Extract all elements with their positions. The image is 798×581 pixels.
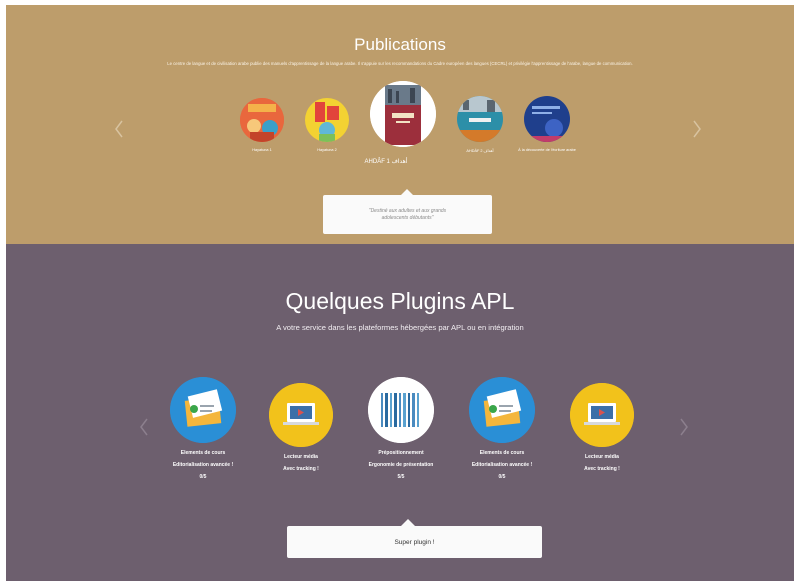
plugin-name: Elements de cours [479, 450, 525, 456]
plugins-subtitle: A votre service dans les plateformes héb… [276, 323, 524, 332]
plugin-name: Prépositionnement [378, 450, 424, 456]
plugin-quote-text: Super plugin ! [394, 538, 435, 546]
book-cover-ecriture-icon[interactable] [524, 96, 570, 142]
publication-quote-text: "Destiné aux adultes et aux grands adole… [368, 207, 447, 221]
plugin-rating: 5/5 [397, 474, 405, 480]
plugin-card[interactable]: Elements de cours Editorialisation avanc… [452, 377, 552, 483]
carousel-next-icon[interactable] [692, 120, 702, 138]
plugin-quote-box: Super plugin ! [287, 519, 542, 558]
page-frame: Publications Le centre de langue et de c… [6, 5, 794, 581]
publications-description: Le centre de langue et de civilisation a… [167, 61, 633, 66]
plugin-name: Lecteur média [585, 454, 619, 460]
book-cover-hayatuna-icon[interactable] [240, 98, 284, 142]
publication-quote-box: "Destiné aux adultes et aux grands adole… [323, 189, 492, 234]
plugins-section: Quelques Plugins APL A votre service dan… [6, 244, 794, 581]
book-cover-hayatuna-2-icon[interactable] [305, 98, 349, 142]
plugin-tagline: Editorialisation avancée ! [172, 462, 234, 468]
media-player-icon [570, 383, 634, 447]
plugin-card[interactable]: Lecteur média Avec tracking ! [552, 383, 652, 475]
plugin-tagline: Ergonomie de présentation [368, 462, 434, 468]
course-elements-icon [170, 377, 236, 443]
publications-title: Publications [354, 35, 446, 54]
carousel-prev-icon[interactable] [139, 418, 149, 436]
book-cover-ahdaf-2-icon[interactable] [457, 96, 503, 142]
plugin-tagline: Avec tracking ! [283, 466, 319, 472]
plugin-rating: 0/5 [498, 474, 506, 480]
book-caption: Hayatuna 2 [317, 148, 337, 152]
plugin-tagline: Editorialisation avancée ! [471, 462, 533, 468]
plugin-name: Lecteur média [284, 454, 318, 460]
plugin-card[interactable]: Elements de cours Editorialisation avanc… [153, 377, 253, 483]
positioning-bars-icon [368, 377, 434, 443]
book-caption: AHDÂF 2 أهداف [466, 149, 494, 153]
plugin-card[interactable]: Lecteur média Avec tracking ! [251, 383, 351, 475]
book-caption: Hayatuna 1 [252, 148, 272, 152]
course-elements-icon [469, 377, 535, 443]
carousel-prev-icon[interactable] [114, 120, 124, 138]
plugin-name: Elements de cours [180, 450, 226, 456]
plugin-card-active[interactable]: Prépositionnement Ergonomie de présentat… [351, 377, 451, 483]
plugin-tagline: Avec tracking ! [584, 466, 620, 472]
plugin-rating: 0/5 [199, 474, 207, 480]
book-cover-ahdaf-icon[interactable] [370, 81, 436, 147]
carousel-next-icon[interactable] [679, 418, 689, 436]
book-caption-active: AHDÂF 1 أهداف [364, 159, 408, 165]
media-player-icon [269, 383, 333, 447]
plugins-title: Quelques Plugins APL [285, 288, 515, 314]
book-caption: À la découverte de l'écriture arabe [518, 148, 576, 152]
publications-section: Publications Le centre de langue et de c… [6, 5, 794, 244]
